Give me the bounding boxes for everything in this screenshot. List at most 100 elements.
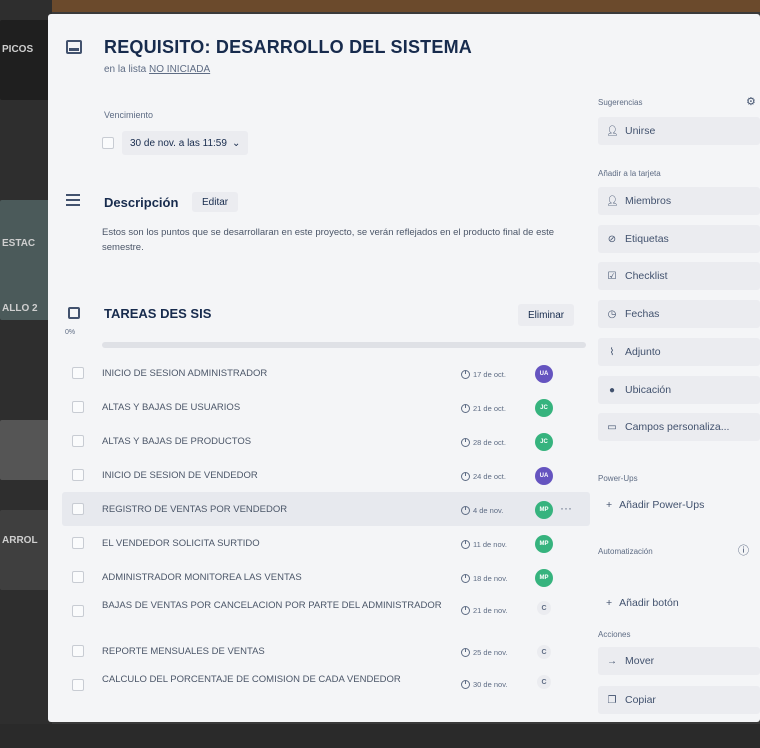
avatar[interactable]: JC: [535, 399, 553, 417]
assign-member-icon[interactable]: C: [537, 675, 551, 689]
checklist-item-text[interactable]: ADMINISTRADOR MONITOREA LAS VENTAS: [102, 571, 462, 585]
checklist-item[interactable]: ADMINISTRADOR MONITOREA LAS VENTAS 18 de…: [62, 560, 590, 594]
item-due-date[interactable]: 11 de nov.: [457, 536, 511, 552]
checklist-item-checkbox[interactable]: [72, 605, 84, 617]
item-due-date[interactable]: 28 de oct.: [457, 434, 510, 450]
checklist-item[interactable]: ALTAS Y BAJAS DE PRODUCTOS 28 de oct. JC: [62, 424, 590, 458]
move-button[interactable]: → Mover: [598, 647, 760, 675]
card-detail-modal: REQUISITO: DESARROLLO DEL SISTEMA en la …: [48, 14, 760, 722]
plus-icon: +: [606, 499, 613, 511]
checklist-item-checkbox[interactable]: [72, 537, 84, 549]
checklist-icon: [68, 307, 80, 319]
location-button[interactable]: ● Ubicación: [598, 376, 760, 404]
item-due-date-text: 4 de nov.: [473, 505, 504, 515]
checklist-item-checkbox[interactable]: [72, 571, 84, 583]
checklist-item[interactable]: REGISTRO DE VENTAS POR VENDEDOR 4 de nov…: [62, 492, 590, 526]
clock-icon: [461, 679, 470, 689]
checklist-button[interactable]: ☑ Checklist: [598, 262, 760, 290]
item-due-date-text: 24 de oct.: [473, 471, 506, 481]
add-button-label: Añadir botón: [619, 597, 679, 609]
clock-icon: [461, 539, 470, 549]
members-button[interactable]: 👤︎ Miembros: [598, 187, 760, 215]
card-title[interactable]: REQUISITO: DESARROLLO DEL SISTEMA: [104, 37, 472, 58]
avatar[interactable]: MP: [535, 501, 553, 519]
checklist-item-text[interactable]: EL VENDEDOR SOLICITA SURTIDO: [102, 537, 462, 551]
info-icon[interactable]: ⓘ: [738, 542, 749, 558]
checklist-item-checkbox[interactable]: [72, 401, 84, 413]
custom-fields-button[interactable]: ▭ Campos personaliza...: [598, 413, 760, 441]
checklist-item-text[interactable]: REGISTRO DE VENTAS POR VENDEDOR: [102, 503, 462, 517]
edit-description-button[interactable]: Editar: [192, 192, 239, 212]
item-due-date[interactable]: 25 de nov.: [457, 644, 511, 660]
clock-icon: ◷: [607, 308, 617, 320]
description-title: Descripción: [104, 195, 179, 210]
clock-icon: [461, 647, 470, 657]
checklist-item-text[interactable]: INICIO DE SESION DE VENDEDOR: [102, 469, 462, 483]
dates-button[interactable]: ◷ Fechas: [598, 300, 760, 328]
checklist-item-checkbox[interactable]: [72, 645, 84, 657]
item-due-date-text: 11 de nov.: [473, 539, 507, 549]
add-powerups-button[interactable]: + Añadir Power-Ups: [598, 492, 760, 518]
clock-icon: [461, 505, 470, 515]
checklist-item-checkbox[interactable]: [72, 367, 84, 379]
avatar[interactable]: JC: [535, 433, 553, 451]
item-due-date[interactable]: 24 de oct.: [457, 468, 510, 484]
list-name-link[interactable]: NO INICIADA: [149, 64, 210, 75]
description-text[interactable]: Estos son los puntos que se desarrollara…: [102, 225, 597, 255]
item-due-date-text: 18 de nov.: [473, 573, 508, 583]
due-date-button[interactable]: 30 de nov. a las 11:59 ⌄: [122, 131, 249, 155]
join-button[interactable]: 👤︎ Unirse: [598, 117, 760, 145]
avatar[interactable]: MP: [535, 535, 553, 553]
item-due-date[interactable]: 30 de nov.: [457, 676, 511, 692]
checklist-item-checkbox[interactable]: [72, 679, 84, 691]
checklist-item[interactable]: ALTAS Y BAJAS DE USUARIOS 21 de oct. JC: [62, 390, 590, 424]
item-due-date-text: 21 de oct.: [473, 403, 506, 413]
attachment-button[interactable]: ⌇ Adjunto: [598, 338, 760, 366]
avatar[interactable]: MP: [535, 569, 553, 587]
checklist-item-checkbox[interactable]: [72, 469, 84, 481]
checklist-item-checkbox[interactable]: [72, 503, 84, 515]
item-due-date[interactable]: 21 de nov.: [457, 602, 511, 618]
delete-checklist-button[interactable]: Eliminar: [518, 304, 575, 326]
members-label: Miembros: [625, 195, 672, 207]
more-options-icon[interactable]: ···: [560, 502, 572, 514]
checklist-item-checkbox[interactable]: [72, 435, 84, 447]
checklist-item-text[interactable]: ALTAS Y BAJAS DE USUARIOS: [102, 401, 462, 415]
checklist-item[interactable]: INICIO DE SESION DE VENDEDOR 24 de oct. …: [62, 458, 590, 492]
checklist-item[interactable]: CALCULO DEL PORCENTAJE DE COMISION DE CA…: [62, 668, 590, 708]
avatar[interactable]: UA: [535, 365, 553, 383]
add-button-button[interactable]: + Añadir botón: [598, 590, 760, 616]
item-due-date[interactable]: 18 de nov.: [457, 570, 511, 586]
checklist-item-text[interactable]: CALCULO DEL PORCENTAJE DE COMISION DE CA…: [102, 673, 462, 687]
custom-fields-label: Campos personaliza...: [625, 421, 730, 433]
checklist-item-text[interactable]: INICIO DE SESION ADMINISTRADOR: [102, 367, 462, 381]
add-powerups-label: Añadir Power-Ups: [619, 499, 705, 511]
checklist-item-text[interactable]: REPORTE MENSUALES DE VENTAS: [102, 645, 462, 659]
checklist-item[interactable]: BAJAS DE VENTAS POR CANCELACION POR PART…: [62, 594, 590, 634]
item-due-date[interactable]: 4 de nov.: [457, 502, 507, 518]
checklist-item[interactable]: REPORTE MENSUALES DE VENTAS 25 de nov. C: [62, 634, 590, 668]
avatar[interactable]: UA: [535, 467, 553, 485]
labels-button[interactable]: ⊘ Etiquetas: [598, 225, 760, 253]
checklist-item[interactable]: INICIO DE SESION ADMINISTRADOR 17 de oct…: [62, 356, 590, 390]
checklist-icon: ☑: [607, 270, 617, 282]
add-to-card-label: Añadir a la tarjeta: [598, 169, 661, 178]
due-complete-checkbox[interactable]: [102, 137, 114, 149]
checklist-item-text[interactable]: BAJAS DE VENTAS POR CANCELACION POR PART…: [102, 599, 462, 613]
assign-member-icon[interactable]: C: [537, 645, 551, 659]
description-icon: [66, 194, 80, 209]
copy-button[interactable]: ❐ Copiar: [598, 686, 760, 714]
actions-section-label: Acciones: [598, 630, 631, 639]
board-list-label: PICOS: [2, 44, 34, 55]
checklist-item-text[interactable]: ALTAS Y BAJAS DE PRODUCTOS: [102, 435, 462, 449]
checklist-item[interactable]: EL VENDEDOR SOLICITA SURTIDO 11 de nov. …: [62, 526, 590, 560]
clock-icon: [461, 573, 470, 583]
item-due-date[interactable]: 17 de oct.: [457, 366, 510, 382]
gear-icon[interactable]: ⚙: [746, 95, 756, 108]
powerups-section-label: Power-Ups: [598, 474, 638, 483]
due-date-label: Vencimiento: [104, 110, 154, 120]
assign-member-icon[interactable]: C: [537, 601, 551, 615]
item-due-date[interactable]: 21 de oct.: [457, 400, 510, 416]
checklist-items: INICIO DE SESION ADMINISTRADOR 17 de oct…: [62, 356, 590, 708]
checklist-title[interactable]: TAREAS DES SIS: [104, 306, 211, 321]
